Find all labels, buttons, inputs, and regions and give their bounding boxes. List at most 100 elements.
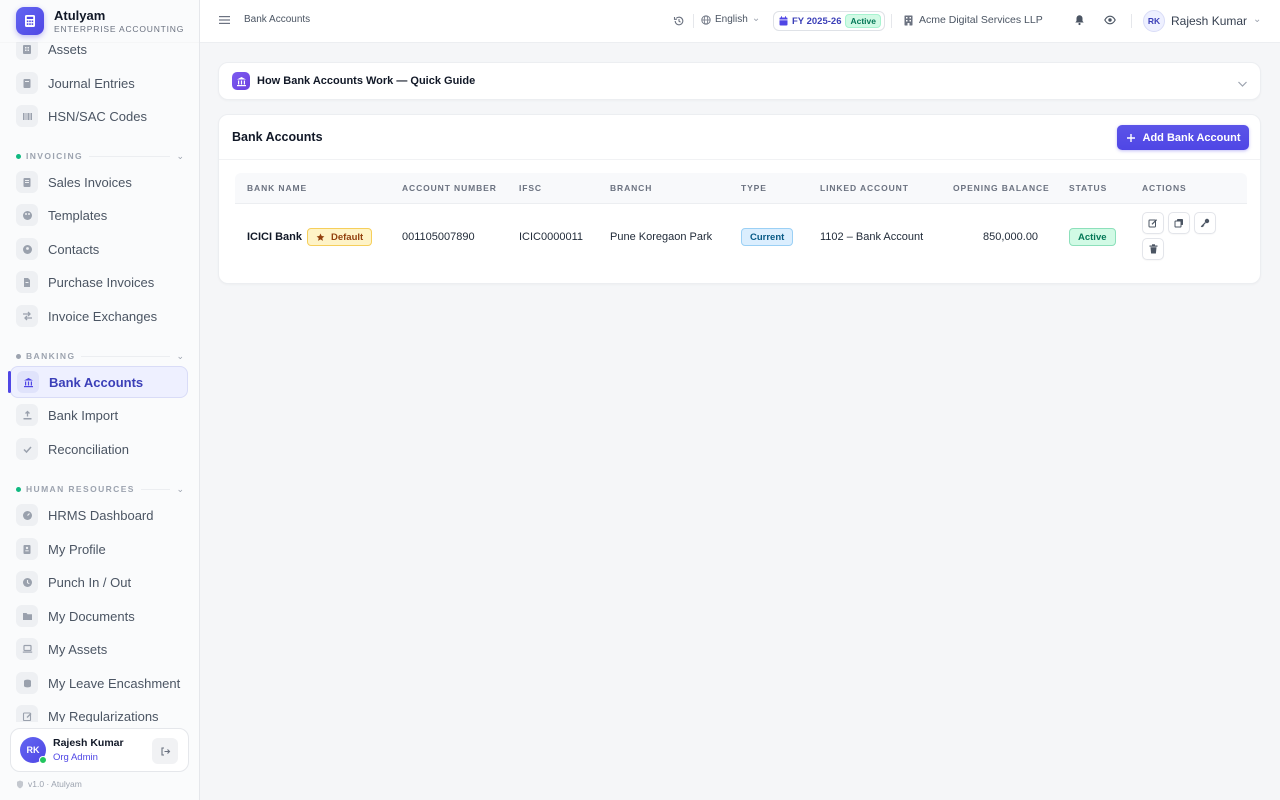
sidebar-item-hsn-sac-codes[interactable]: HSN/SAC Codes	[10, 100, 188, 132]
sidebar-item-my-documents[interactable]: My Documents	[10, 600, 188, 632]
user-role: Org Admin	[53, 751, 98, 763]
user-card[interactable]: RK Rajesh Kumar Org Admin	[10, 728, 189, 772]
table-header: BANK NAME ACCOUNT NUMBER IFSC BRANCH TYP…	[235, 173, 1247, 204]
sidebar-item-label: Reconciliation	[48, 441, 129, 457]
menu-toggle-button[interactable]	[219, 15, 230, 25]
opening-balance: 850,000.00	[983, 231, 1039, 243]
section-dot	[16, 486, 21, 492]
user-name: Rajesh Kumar	[53, 736, 124, 749]
sidebar-item-label: Templates	[48, 207, 108, 223]
sidebar-item-journal-entries[interactable]: Journal Entries	[10, 67, 188, 99]
column-header-linked-account[interactable]: LINKED ACCOUNT	[820, 183, 909, 193]
plus-icon	[1126, 133, 1135, 142]
sidebar-item-my-profile[interactable]: My Profile	[10, 533, 188, 565]
sidebar-item-label: Purchase Invoices	[48, 274, 155, 290]
sidebar-item-bank-import[interactable]: Bank Import	[10, 399, 188, 431]
column-header-actions: ACTIONS	[1142, 183, 1187, 193]
user-menu[interactable]: RK Rajesh Kumar ⌄	[1143, 10, 1261, 32]
topbar: Bank Accounts English ⌄ FY 2025-26 Activ…	[200, 0, 1280, 43]
laptop-icon	[16, 638, 38, 660]
panel-title: Bank Accounts	[232, 130, 323, 144]
chevron-down-icon[interactable]	[1237, 75, 1248, 93]
sidebar-item-label: Invoice Exchanges	[48, 308, 158, 324]
sidebar-item-label: My Leave Encashment	[48, 675, 181, 691]
column-header-opening-balance[interactable]: OPENING BALANCE	[953, 183, 1050, 193]
quick-guide-accordion[interactable]: How Bank Accounts Work — Quick Guide	[218, 62, 1261, 100]
fiscal-year-label: FY 2025-26	[792, 15, 842, 27]
account-number: 001105007890	[402, 231, 475, 243]
sidebar-item-label: HRMS Dashboard	[48, 507, 154, 523]
star-icon	[316, 233, 325, 241]
online-status-dot	[39, 756, 47, 764]
check-icon	[16, 438, 38, 460]
shield-icon	[17, 780, 23, 788]
language-selector[interactable]: English ⌄	[701, 12, 761, 25]
sidebar-item-hrms-dashboard[interactable]: HRMS Dashboard	[10, 499, 188, 531]
bank-accounts-panel: Bank Accounts Add Bank Account BANK NAME…	[218, 114, 1261, 284]
sidebar-item-label: Contacts	[48, 241, 100, 257]
key-icon	[1200, 218, 1210, 228]
chevron-down-icon: ⌄	[1253, 14, 1262, 25]
add-bank-account-button[interactable]: Add Bank Account	[1117, 125, 1249, 150]
section-title: BANKING	[26, 351, 76, 361]
chevron-down-icon: ⌄	[751, 12, 761, 24]
column-header-account-number[interactable]: ACCOUNT NUMBER	[402, 183, 497, 193]
column-header-type[interactable]: TYPE	[741, 183, 767, 193]
fiscal-year-selector[interactable]: FY 2025-26 Active	[773, 11, 885, 31]
sidebar-item-sales-invoices[interactable]: Sales Invoices	[10, 166, 188, 198]
sidebar-item-label: Journal Entries	[48, 75, 135, 91]
sidebar-item-my-regularizations[interactable]: My Regularizations	[10, 700, 188, 722]
column-header-status[interactable]: STATUS	[1069, 183, 1107, 193]
organization-selector[interactable]: Acme Digital Services LLP	[904, 14, 1043, 26]
chevron-down-icon: ⌄	[176, 350, 184, 361]
section-header-invoicing[interactable]: INVOICING ⌄	[16, 150, 184, 162]
edit-button[interactable]	[1142, 212, 1164, 234]
delete-button[interactable]	[1142, 238, 1164, 260]
fiscal-year-status-badge: Active	[845, 14, 881, 28]
barcode-icon	[16, 105, 38, 127]
dashboard-icon	[16, 504, 38, 526]
edit-icon	[1148, 219, 1158, 228]
sidebar-item-label: My Regularizations	[48, 708, 159, 723]
sidebar-item-label: My Documents	[48, 608, 135, 624]
sidebar-item-purchase-invoices[interactable]: Purchase Invoices	[10, 266, 188, 298]
active-indicator	[8, 371, 11, 393]
hamburger-icon	[219, 16, 230, 24]
section-header-banking[interactable]: BANKING ⌄	[16, 350, 184, 362]
sidebar-item-reconciliation[interactable]: Reconciliation	[10, 433, 188, 465]
notifications-button[interactable]	[1074, 14, 1085, 26]
sidebar-item-contacts[interactable]: Contacts	[10, 233, 188, 265]
column-header-bank-name[interactable]: BANK NAME	[247, 183, 307, 193]
credentials-button[interactable]	[1194, 212, 1216, 234]
sidebar-item-punch-in-out[interactable]: Punch In / Out	[10, 566, 188, 598]
preview-button[interactable]	[1104, 15, 1116, 25]
sidebar-item-templates[interactable]: Templates	[10, 199, 188, 231]
sidebar-item-my-assets[interactable]: My Assets	[10, 633, 188, 665]
sidebar-item-label: Bank Accounts	[49, 374, 144, 390]
column-header-ifsc[interactable]: IFSC	[519, 183, 542, 193]
section-header-human-resources[interactable]: HUMAN RESOURCES ⌄	[16, 483, 184, 495]
sidebar-item-label: Assets	[48, 41, 88, 57]
bell-icon	[1075, 15, 1084, 26]
branch: Pune Koregaon Park	[610, 231, 713, 243]
sidebar-item-label: Bank Import	[48, 407, 119, 423]
calculator-logo-icon	[16, 7, 44, 35]
column-header-branch[interactable]: BRANCH	[610, 183, 652, 193]
avatar: RK	[20, 737, 47, 764]
history-icon	[673, 16, 684, 26]
history-button[interactable]	[673, 15, 685, 27]
clock-icon	[16, 571, 38, 593]
sidebar-item-my-leave-encashment[interactable]: My Leave Encashment	[10, 667, 188, 699]
sidebar-item-label: My Profile	[48, 541, 106, 557]
calendar-icon	[779, 16, 788, 26]
globe-icon	[701, 14, 711, 25]
sidebar-item-bank-accounts[interactable]: Bank Accounts	[10, 366, 188, 398]
brand-header[interactable]: Atulyam ENTERPRISE ACCOUNTING	[0, 0, 199, 42]
file-icon	[16, 271, 38, 293]
logout-button[interactable]	[152, 738, 178, 764]
sidebar-item-invoice-exchanges[interactable]: Invoice Exchanges	[10, 300, 188, 332]
duplicate-button[interactable]	[1168, 212, 1190, 234]
status-badge: Active	[1069, 228, 1116, 246]
user-name: Rajesh Kumar	[1171, 14, 1248, 28]
book-icon	[16, 72, 38, 94]
